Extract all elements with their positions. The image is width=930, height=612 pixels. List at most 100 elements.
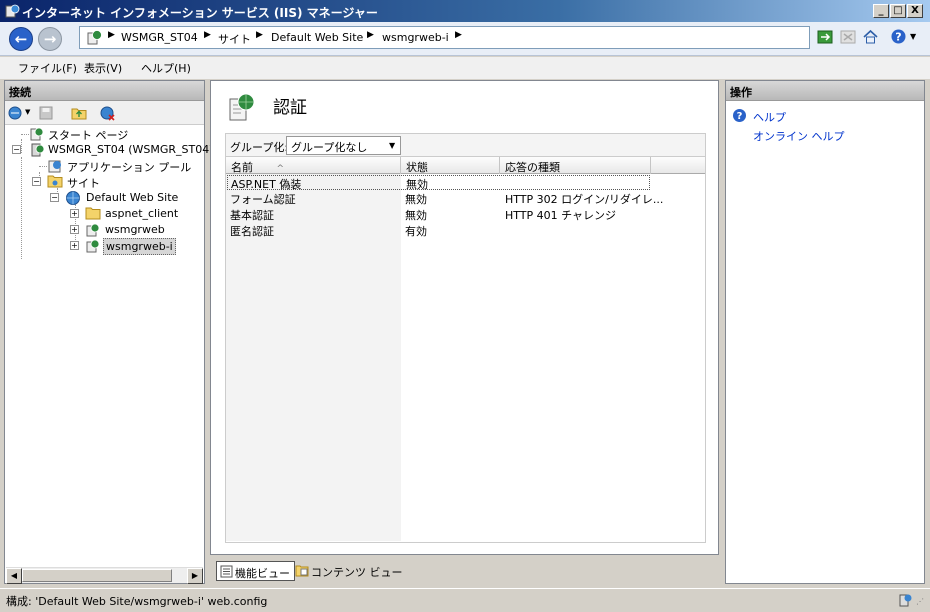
help-icon[interactable]: ? [890,28,907,45]
authentication-icon [229,93,255,121]
row-name: ASP.NET 偽装 [231,178,302,191]
online-help-link[interactable]: オンライン ヘルプ [753,128,845,144]
scrollbar-thumb[interactable] [22,569,172,582]
close-button[interactable]: X [907,4,923,18]
breadcrumb-separator-icon[interactable]: ▶ [367,30,374,40]
start-page-icon [30,127,44,141]
disconnect-icon[interactable] [100,105,116,121]
table-row[interactable]: 基本認証 無効 HTTP 401 チャレンジ [227,207,650,222]
tab-content-view[interactable]: コンテンツ ビュー [293,561,407,581]
breadcrumb-separator-icon[interactable]: ▶ [108,30,115,40]
feature-panel: 認証 グループ化: グループ化なし ▼ 名前 ^ 状態 応答の種類 ASP.NE… [210,80,719,555]
page-title: 認証 [273,98,307,118]
menu-file[interactable]: ファイル(F) [18,60,77,76]
svg-text:?: ? [895,31,901,44]
features-view-icon [220,565,233,578]
connections-header: 接続 [5,81,204,101]
row-status: 無効 [406,178,428,191]
row-name: 匿名認証 [230,225,274,238]
web-app-icon [86,223,100,237]
connect-dropdown-icon[interactable]: ▼ [25,108,30,116]
tree-expand-icon[interactable]: + [70,209,79,218]
status-text: 構成: 'Default Web Site/wsmgrweb-i' web.co… [6,595,268,608]
horizontal-scrollbar[interactable]: ◀ ▶ [6,567,203,584]
help-icon: ? [733,109,746,122]
navigation-bar: ← → ▶ WSMGR_ST04 ▶ サイト ▶ Default Web Sit… [0,22,930,56]
table-row[interactable]: フォーム認証 無効 HTTP 302 ログイン/リダイレ... [227,191,663,206]
folder-icon [85,207,101,220]
help-dropdown-icon[interactable]: ▼ [910,32,916,41]
breadcrumb-server[interactable]: WSMGR_ST04 [121,31,198,44]
help-link[interactable]: ヘルプ [753,109,786,125]
breadcrumb-separator-icon[interactable]: ▶ [455,30,462,40]
content-view-icon [295,565,309,577]
tree-default-web-site[interactable]: Default Web Site [86,191,178,204]
sort-ascending-icon: ^ [276,164,285,174]
resize-grip-icon[interactable]: ⋰ [916,597,924,606]
group-by-select[interactable]: グループ化なし ▼ [286,136,401,155]
web-app-icon [86,239,100,253]
website-globe-icon [66,191,80,205]
row-status: 無効 [405,209,427,222]
minimize-button[interactable]: _ [873,4,889,18]
grid-header: 名前 ^ 状態 応答の種類 [226,157,705,174]
menu-view[interactable]: 表示(V) [84,60,122,76]
tree-collapse-icon[interactable]: − [12,145,21,154]
actions-header: 操作 [726,81,924,101]
home-icon[interactable] [862,28,879,45]
tree-expand-icon[interactable]: + [70,241,79,250]
column-header-response[interactable]: 応答の種類 [500,157,651,174]
menu-help[interactable]: ヘルプ(H) [141,60,191,76]
breadcrumb-wsmgrweb-i[interactable]: wsmgrweb-i [382,31,449,44]
row-name: フォーム認証 [230,193,296,206]
iis-app-icon [5,4,20,18]
breadcrumb-default-site[interactable]: Default Web Site [271,31,363,44]
column-header-name[interactable]: 名前 ^ [226,157,401,174]
tree-start-page[interactable]: スタート ページ [48,127,128,143]
tree-collapse-icon[interactable]: − [32,177,41,186]
connections-panel: 接続 ▼ スタート ページ − WSMGR_ST04 (WSMGR_ST04¥ … [4,80,216,584]
stop-icon[interactable] [840,29,856,45]
tree-wsmgrweb[interactable]: wsmgrweb [105,223,165,236]
group-by-bar: グループ化: グループ化なし ▼ [225,133,706,157]
actions-panel: 操作 ? ヘルプ オンライン ヘルプ [725,80,925,584]
row-response: HTTP 401 チャレンジ [505,209,617,222]
column-header-status[interactable]: 状態 [401,157,500,174]
breadcrumb-separator-icon[interactable]: ▶ [204,30,211,40]
authentication-grid: 名前 ^ 状態 応答の種類 ASP.NET 偽装 無効 フォーム認証 無効 HT… [225,157,706,543]
scroll-right-icon[interactable]: ▶ [187,568,203,584]
tree-sites[interactable]: サイト [67,175,100,191]
title-bar: インターネット インフォメーション サービス (IIS) マネージャー _ □ … [0,0,930,22]
scroll-left-icon[interactable]: ◀ [6,568,22,584]
forward-arrow-icon[interactable]: → [38,27,62,51]
row-status: 有効 [405,225,427,238]
group-by-label: グループ化: [230,141,289,154]
table-row[interactable]: ASP.NET 偽装 無効 [227,175,650,191]
tree-aspnet-client[interactable]: aspnet_client [105,207,178,220]
maximize-button[interactable]: □ [890,4,906,18]
row-status: 無効 [405,193,427,206]
site-icon [87,30,102,45]
row-name: 基本認証 [230,209,274,222]
group-by-value: グループ化なし [291,141,368,154]
refresh-icon[interactable] [817,29,833,45]
tree-server[interactable]: WSMGR_ST04 (WSMGR_ST04¥ [48,143,216,156]
connections-toolbar: ▼ [5,101,204,125]
dropdown-arrow-icon[interactable]: ▼ [389,141,395,150]
sites-folder-icon [47,175,63,188]
tree-app-pools[interactable]: アプリケーション プール [67,159,191,175]
app-pool-icon [48,160,61,173]
tab-features-view[interactable]: 機能ビュー [216,561,295,581]
breadcrumb-separator-icon[interactable]: ▶ [256,30,263,40]
save-icon[interactable] [38,105,54,121]
back-arrow-icon[interactable]: ← [9,27,33,51]
svg-text:?: ? [737,111,743,122]
tree-expand-icon[interactable]: + [70,225,79,234]
tree-wsmgrweb-i[interactable]: wsmgrweb-i [103,238,176,255]
tree-collapse-icon[interactable]: − [50,193,59,202]
breadcrumb-sites[interactable]: サイト [218,31,251,47]
table-row[interactable]: 匿名認証 有効 [227,223,650,238]
connect-icon[interactable] [8,105,24,121]
up-folder-icon[interactable] [71,105,87,121]
address-bar[interactable]: ▶ WSMGR_ST04 ▶ サイト ▶ Default Web Site ▶ … [79,26,810,49]
